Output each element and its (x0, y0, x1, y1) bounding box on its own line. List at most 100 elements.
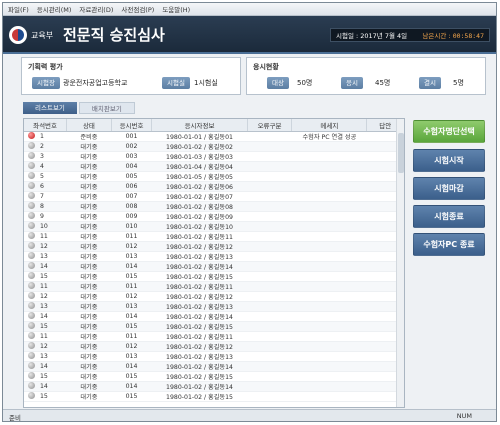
table-row[interactable]: 3 대기중 003 1980-01-03 / 홍길동03 (24, 151, 404, 162)
idle-status-icon (28, 172, 35, 180)
end-exam-button[interactable]: 시험종료 (413, 205, 485, 228)
examinee-info-cell: 1980-01-02 / 홍길동14 (151, 361, 248, 372)
table-row[interactable]: 13 대기중 013 1980-01-02 / 홍길동13 (24, 301, 404, 312)
idle-status-icon (28, 242, 35, 250)
exam-number-cell: 012 (111, 291, 152, 302)
error-cell (247, 131, 292, 142)
column-status[interactable]: 상태 (66, 119, 112, 132)
status-cell: 대기중 (66, 151, 112, 162)
seat-number: 13 (40, 252, 48, 260)
examinee-info-cell: 1980-01-03 / 홍길동03 (151, 151, 248, 162)
menu-help[interactable]: 도움말(H) (162, 4, 190, 14)
table-row[interactable]: 13 대기중 013 1980-01-02 / 홍길동13 (24, 251, 404, 262)
idle-status-icon (28, 272, 35, 280)
table-row[interactable]: 5 대기중 005 1980-01-05 / 홍길동05 (24, 171, 404, 182)
menu-exam-management[interactable]: 응시관리(M) (37, 4, 72, 14)
shutdown-examinee-pc-button[interactable]: 수험자PC 종료 (413, 233, 485, 256)
table-scrollbar[interactable] (396, 119, 404, 407)
ministry-name: 교육부 (31, 31, 54, 40)
column-exam-number[interactable]: 응시번호 (111, 119, 153, 132)
menu-file[interactable]: 파일(F) (8, 4, 29, 14)
message-cell (291, 211, 367, 222)
table-row[interactable]: 15 대기중 015 1980-01-02 / 홍길동15 (24, 371, 404, 382)
menu-precheck[interactable]: 사전점검(P) (121, 4, 154, 14)
column-seat[interactable]: 좌석번호 (24, 119, 68, 132)
table-row[interactable]: 10 대기중 010 1980-01-02 / 홍길동10 (24, 221, 404, 232)
table-row[interactable]: 14 대기중 014 1980-01-02 / 홍길동14 (24, 361, 404, 372)
table-row[interactable]: 2 대기중 002 1980-01-02 / 홍길동02 (24, 141, 404, 152)
exam-info-panel: 기획력 평가 시험장 광운전자공업고등학교 시험실 1시험실 (21, 57, 241, 95)
absent-count: 5명 (453, 79, 464, 87)
close-exam-button[interactable]: 시험마감 (413, 177, 485, 200)
table-row[interactable]: 12 대기중 012 1980-01-02 / 홍길동12 (24, 341, 404, 352)
seat-cell: 15 (24, 371, 67, 382)
start-exam-button[interactable]: 시험시작 (413, 149, 485, 172)
examinee-info-cell: 1980-01-05 / 홍길동05 (151, 171, 248, 182)
seat-number: 13 (40, 302, 48, 310)
table-row[interactable]: 14 대기중 014 1980-01-02 / 홍길동14 (24, 261, 404, 272)
seat-cell: 12 (24, 241, 67, 252)
message-cell (291, 251, 367, 262)
table-row[interactable]: 14 대기중 014 1980-01-02 / 홍길동14 (24, 381, 404, 392)
status-cell: 준비중 (66, 131, 112, 142)
exam-number-cell: 014 (111, 381, 152, 392)
table-row[interactable]: 15 대기중 015 1980-01-02 / 홍길동15 (24, 271, 404, 282)
table-row[interactable]: 11 대기중 011 1980-01-02 / 홍길동11 (24, 231, 404, 242)
column-error-type[interactable]: 오류구분 (247, 119, 293, 132)
message-cell (291, 311, 367, 322)
status-cell: 대기중 (66, 271, 112, 282)
seat-cell: 15 (24, 321, 67, 332)
seat-number: 11 (40, 332, 48, 340)
error-cell (247, 381, 292, 392)
table-row[interactable]: 1 준비중 001 1980-01-01 / 홍길동01 수험자 PC 연결 성공 (24, 131, 404, 142)
table-row[interactable]: 15 대기중 015 1980-01-02 / 홍길동15 (24, 321, 404, 332)
status-cell: 대기중 (66, 331, 112, 342)
exam-number-cell: 002 (111, 141, 152, 152)
error-cell (247, 281, 292, 292)
exam-number-cell: 008 (111, 201, 152, 212)
seat-number: 7 (40, 192, 44, 200)
seat-cell: 12 (24, 291, 67, 302)
app-title: 전문직 승진심사 (63, 26, 165, 44)
menu-data-management[interactable]: 자료관리(D) (79, 4, 113, 14)
table-row[interactable]: 11 대기중 011 1980-01-02 / 홍길동11 (24, 281, 404, 292)
table-row[interactable]: 15 대기중 015 1980-01-02 / 홍길동15 (24, 391, 404, 402)
exam-number-cell: 015 (111, 271, 152, 282)
idle-status-icon (28, 252, 35, 260)
error-cell (247, 181, 292, 192)
target-count: 50명 (297, 79, 313, 87)
error-cell (247, 341, 292, 352)
examinee-info-cell: 1980-01-02 / 홍길동15 (151, 391, 248, 402)
table-row[interactable]: 8 대기중 008 1980-01-02 / 홍길동08 (24, 201, 404, 212)
error-cell (247, 191, 292, 202)
tab-list-view[interactable]: 리스트보기 (23, 102, 77, 114)
table-row[interactable]: 14 대기중 014 1980-01-02 / 홍길동14 (24, 311, 404, 322)
message-cell (291, 171, 367, 182)
table-row[interactable]: 7 대기중 007 1980-01-02 / 홍길동07 (24, 191, 404, 202)
seat-number: 14 (40, 312, 48, 320)
idle-status-icon (28, 182, 35, 190)
status-cell: 대기중 (66, 141, 112, 152)
seat-cell: 3 (24, 151, 67, 162)
table-row[interactable]: 9 대기중 009 1980-01-02 / 홍길동09 (24, 211, 404, 222)
table-row[interactable]: 12 대기중 012 1980-01-02 / 홍길동12 (24, 291, 404, 302)
table-row[interactable]: 12 대기중 012 1980-01-02 / 홍길동12 (24, 241, 404, 252)
examinee-info-cell: 1980-01-02 / 홍길동13 (151, 351, 248, 362)
select-examinee-list-button[interactable]: 수험자명단선택 (413, 120, 485, 143)
column-examinee-info[interactable]: 응시자정보 (151, 119, 248, 132)
message-cell (291, 351, 367, 362)
status-cell: 대기중 (66, 201, 112, 212)
table-row[interactable]: 11 대기중 011 1980-01-02 / 홍길동11 (24, 331, 404, 342)
table-row[interactable]: 4 대기중 004 1980-01-04 / 홍길동04 (24, 161, 404, 172)
scrollbar-thumb[interactable] (398, 133, 404, 173)
seat-cell: 13 (24, 351, 67, 362)
table-row[interactable]: 6 대기중 006 1980-01-02 / 홍길동06 (24, 181, 404, 192)
absent-chip: 결시 (419, 77, 441, 89)
status-cell: 대기중 (66, 251, 112, 262)
examinee-info-cell: 1980-01-02 / 홍길동10 (151, 221, 248, 232)
table-row[interactable]: 13 대기중 013 1980-01-02 / 홍길동13 (24, 351, 404, 362)
error-cell (247, 211, 292, 222)
examinee-table: 좌석번호 상태 응시번호 응시자정보 오류구분 메세지 답안 1 준비중 001 19… (23, 118, 405, 408)
tab-seat-layout-view[interactable]: 배치판보기 (78, 102, 135, 114)
column-message[interactable]: 메세지 (291, 119, 368, 132)
